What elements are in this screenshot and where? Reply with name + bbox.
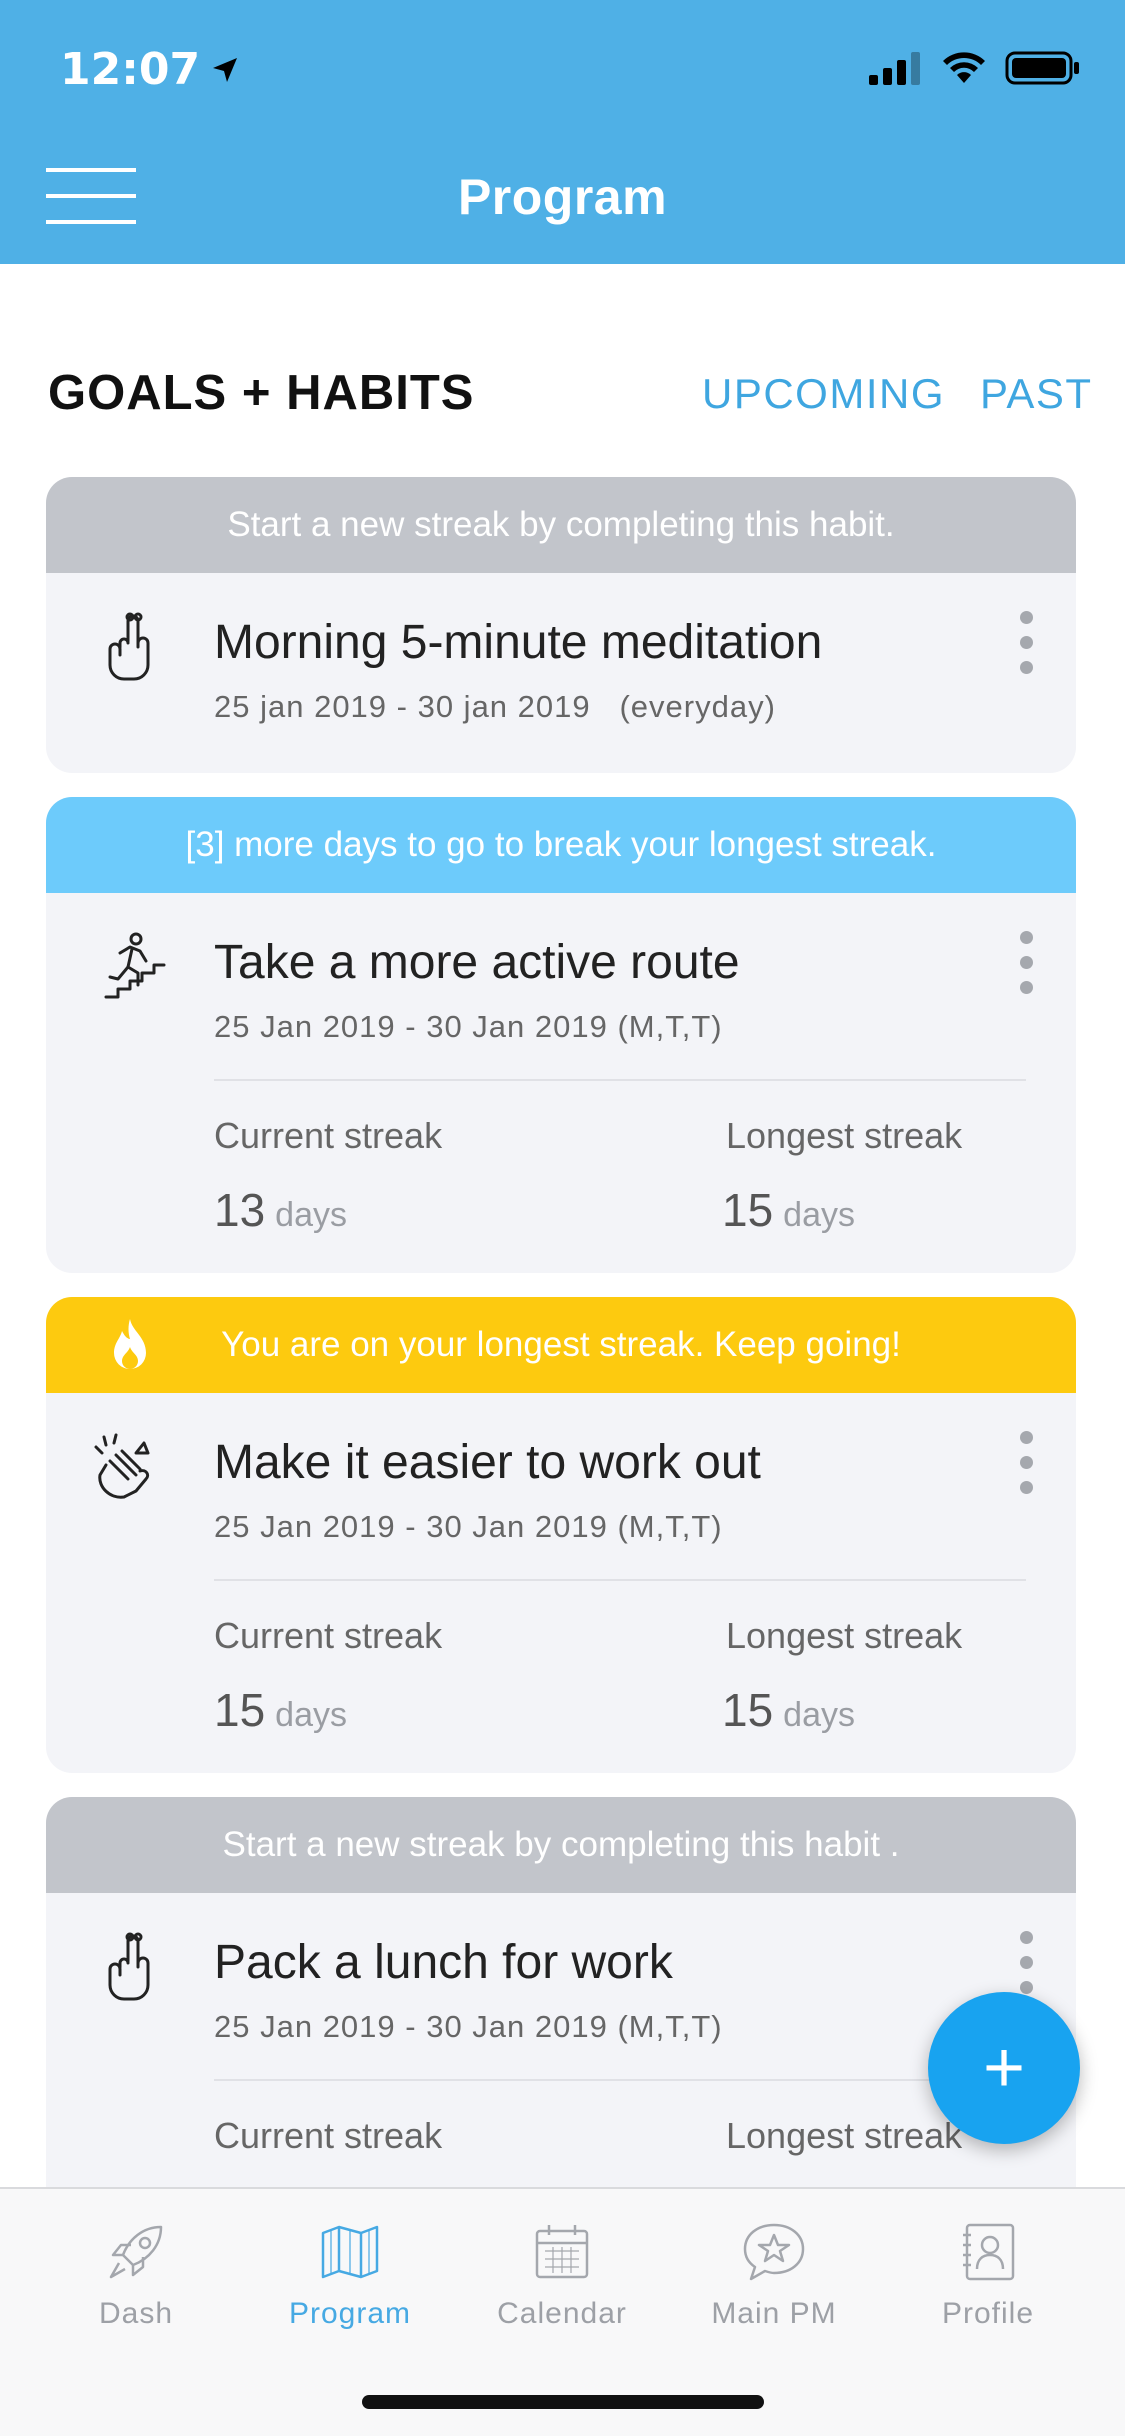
habit-title: Pack a lunch for work	[214, 1936, 673, 1989]
tab-label: Dash	[98, 2297, 174, 2330]
habit-card[interactable]: [3] more days to go to break your longes…	[46, 797, 1076, 1273]
finger-tied-string-icon	[108, 1932, 150, 2001]
tab-calendar[interactable]: Calendar	[462, 2219, 662, 2331]
banner-text: [3] more days to go to break your longes…	[185, 825, 937, 864]
longest-streak-label: Longest streak	[726, 1115, 963, 1156]
calendar-icon	[535, 2225, 589, 2279]
more-options-icon[interactable]	[1016, 611, 1036, 681]
contact-book-icon	[963, 2223, 1015, 2281]
wifi-icon	[943, 52, 985, 83]
divider	[214, 1079, 1026, 1081]
snapping-fingers-icon	[94, 1433, 150, 1499]
more-options-icon[interactable]	[1016, 1931, 1036, 2001]
tab-program[interactable]: Program	[250, 2219, 450, 2331]
chat-star-icon	[743, 2223, 805, 2281]
tab-label: Calendar	[497, 2297, 627, 2330]
current-streak-number: 13	[214, 1184, 266, 1236]
rocket-icon	[109, 2225, 163, 2279]
cellular-signal-icon	[869, 52, 920, 85]
habit-card[interactable]: You are on your longest streak. Keep goi…	[46, 1297, 1076, 1773]
tab-label: Main PM	[711, 2297, 837, 2330]
app-header: 12:07 Program	[0, 0, 1125, 264]
streak-banner: Start a new streak by completing this ha…	[46, 1797, 1076, 1893]
streak-banner: You are on your longest streak. Keep goi…	[46, 1297, 1076, 1393]
longest-streak-number: 15	[722, 1684, 774, 1736]
tab-label: Program	[288, 2297, 412, 2330]
battery-icon	[1005, 51, 1079, 85]
streak-unit: days	[275, 1196, 347, 1234]
longest-streak-value: 15 days	[722, 1183, 855, 1237]
habit-title: Morning 5-minute meditation	[214, 616, 823, 669]
more-options-icon[interactable]	[1016, 931, 1036, 1001]
current-streak-value: 13 days	[214, 1183, 347, 1237]
habit-dates: 25 Jan 2019 - 30 Jan 2019 (M,T,T)	[214, 1009, 723, 1044]
finger-tied-string-icon	[108, 612, 150, 681]
tab-upcoming[interactable]: UPCOMING	[702, 370, 945, 418]
longest-streak-label: Longest streak	[726, 2115, 963, 2156]
flame-icon	[114, 1319, 146, 1369]
current-streak-label: Current streak	[214, 1115, 443, 1156]
longest-streak-value: 15 days	[722, 1683, 855, 1737]
plus-icon: +	[982, 2028, 1026, 2108]
current-streak-label: Current streak	[214, 2115, 443, 2156]
status-icons	[867, 50, 1081, 86]
divider	[214, 2079, 1026, 2081]
add-habit-button[interactable]: +	[928, 1992, 1080, 2144]
tab-profile[interactable]: Profile	[888, 2219, 1088, 2331]
current-streak-value: 15 days	[214, 1683, 347, 1737]
tab-main-pm[interactable]: Main PM	[674, 2219, 874, 2331]
section-title: GOALS + HABITS	[48, 366, 475, 420]
status-time-text: 12:07	[60, 44, 201, 95]
tab-dash[interactable]: Dash	[36, 2219, 236, 2331]
divider	[214, 1579, 1026, 1581]
status-time: 12:07	[60, 44, 240, 95]
habit-title: Take a more active route	[214, 936, 740, 989]
banner-text: Start a new streak by completing this ha…	[227, 505, 895, 544]
streak-banner: Start a new streak by completing this ha…	[46, 477, 1076, 573]
habit-dates: 25 Jan 2019 - 30 Jan 2019 (M,T,T)	[214, 1509, 723, 1544]
page-title: Program	[457, 169, 668, 225]
more-options-icon[interactable]	[1016, 1431, 1036, 1501]
longest-streak-label: Longest streak	[726, 1615, 963, 1656]
habit-card[interactable]: Start a new streak by completing this ha…	[46, 477, 1076, 773]
longest-streak-number: 15	[722, 1184, 774, 1236]
running-stairs-icon	[104, 932, 166, 999]
streak-unit: days	[783, 1196, 855, 1234]
streak-banner: [3] more days to go to break your longes…	[46, 797, 1076, 893]
banner-text: Start a new streak by completing this ha…	[222, 1825, 900, 1864]
streak-unit: days	[783, 1696, 855, 1734]
streak-unit: days	[275, 1696, 347, 1734]
habit-title: Make it easier to work out	[214, 1436, 761, 1489]
location-arrow-icon	[213, 57, 238, 82]
habit-dates: 25 jan 2019 - 30 jan 2019 (everyday)	[214, 689, 776, 724]
banner-text: You are on your longest streak. Keep goi…	[221, 1325, 901, 1364]
habit-dates: 25 Jan 2019 - 30 Jan 2019 (M,T,T)	[214, 2009, 723, 2044]
tab-label: Profile	[941, 2297, 1035, 2330]
current-streak-label: Current streak	[214, 1615, 443, 1656]
tab-past[interactable]: PAST	[980, 370, 1093, 418]
current-streak-number: 15	[214, 1684, 266, 1736]
map-icon	[321, 2225, 379, 2279]
home-indicator	[362, 2395, 764, 2409]
